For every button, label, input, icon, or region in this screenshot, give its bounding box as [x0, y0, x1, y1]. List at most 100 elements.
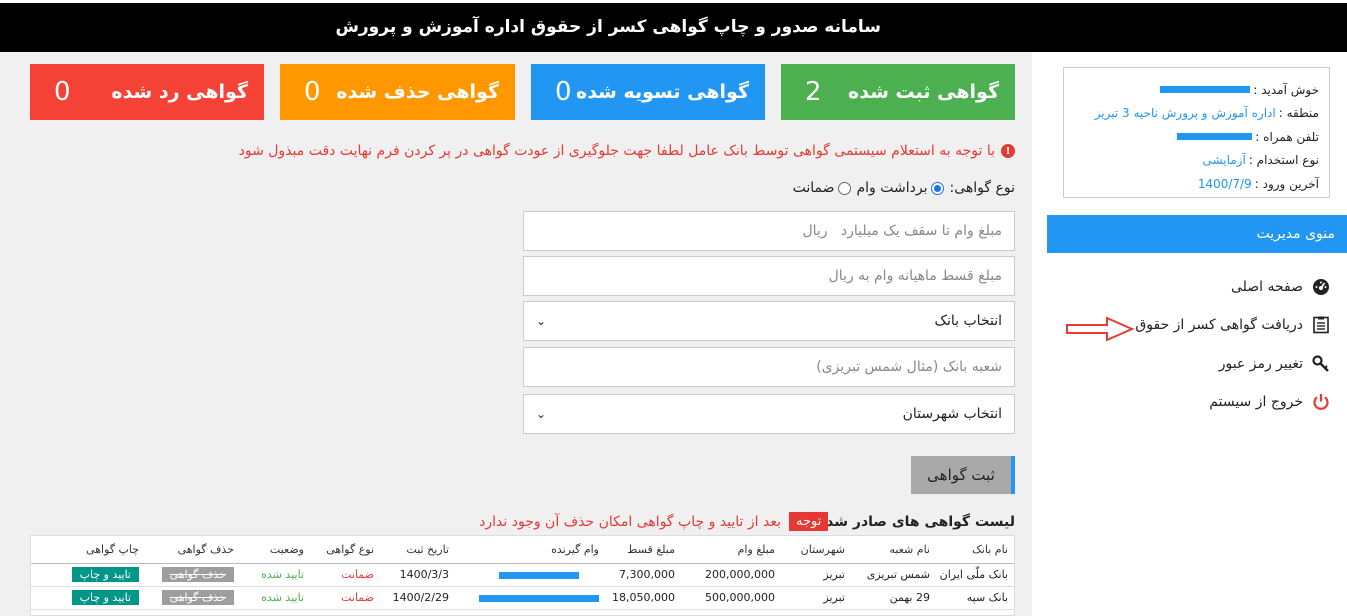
certificate-type-label: نوع گواهی:: [949, 180, 1016, 196]
cell-loan: 500,000,000: [681, 586, 781, 610]
certificate-type-row: نوع گواهی: برداشت وام ضمانت: [793, 180, 1015, 196]
user-last-login-row: آخرین ورود : 1400/7/9: [1064, 172, 1319, 196]
last-login-label: آخرین ورود :: [1254, 176, 1319, 191]
stat-value: 0: [555, 77, 572, 107]
exclamation-circle-icon: !: [1001, 144, 1015, 158]
phone-label: تلفن همراه :: [1255, 129, 1319, 144]
radio-loan-withdrawal[interactable]: برداشت وام: [857, 180, 944, 196]
installment-input[interactable]: [536, 268, 1002, 284]
column-header: حذف گواهی: [145, 536, 240, 564]
menu-item-label: صفحه اصلی: [1230, 279, 1303, 295]
stat-label: گواهی تسویه شده: [575, 81, 749, 103]
warning-text: با توجه به استعلام سیستمی گواهی توسط بان…: [238, 143, 995, 159]
cell-status: تایید شده: [240, 563, 310, 587]
cell-city: تبریز: [781, 586, 851, 610]
column-header: نوع گواهی: [310, 536, 380, 564]
list-document-icon: [1311, 315, 1331, 335]
stat-card-settled[interactable]: گواهی تسویه شده 0: [531, 64, 765, 120]
cell-installment: 7,300,000: [605, 563, 681, 587]
menu-item-change-password[interactable]: تغییر رمز عبور: [1219, 354, 1331, 374]
warning-message: ! با توجه به استعلام سیستمی گواهی توسط ب…: [239, 143, 1015, 159]
cell-bank: بانک سپه: [936, 586, 1014, 610]
key-icon: [1311, 354, 1331, 374]
redacted-phone: [1177, 133, 1253, 141]
cell-date: 1400/3/3: [380, 563, 455, 587]
stat-label: گواهی رد شده: [111, 81, 248, 103]
approve-print-button[interactable]: تایید و چاپ: [71, 590, 139, 605]
column-header: تاریخ ثبت: [380, 536, 455, 564]
user-employment-row: نوع استخدام : آزمایشی: [1064, 149, 1319, 173]
table-row: بانک ملّی ایران شمس تبریزی تبریز 200,000…: [31, 563, 1014, 587]
power-icon: [1311, 392, 1331, 412]
menu-item-get-certificate[interactable]: دریافت گواهی کسر از حقوق: [1135, 315, 1331, 335]
list-title: لیست گواهی های صادر شده: [817, 514, 1015, 530]
cell-type: ضمانت: [310, 586, 380, 610]
approve-print-button[interactable]: تایید و چاپ: [71, 567, 139, 582]
user-phone-row: تلفن همراه :: [1064, 125, 1319, 149]
employment-label: نوع استخدام :: [1248, 153, 1319, 168]
menu-item-label: تغییر رمز عبور: [1218, 356, 1303, 372]
cell-print: تایید و چاپ: [31, 563, 145, 587]
cell-loan: 200,000,000: [681, 563, 781, 587]
column-header: نام بانک: [936, 536, 1014, 564]
stat-label: گواهی حذف شده: [336, 81, 499, 103]
stat-card-registered[interactable]: گواهی ثبت شده 2: [781, 64, 1015, 120]
delete-certificate-button[interactable]: حذف گواهی: [161, 590, 234, 605]
menu-item-label: دریافت گواهی کسر از حقوق: [1135, 317, 1303, 333]
city-select[interactable]: انتخاب شهرستان ⌄: [523, 394, 1015, 434]
menu-item-label: خروج از سیستم: [1209, 394, 1303, 410]
chevron-down-icon: ⌄: [536, 314, 547, 328]
stat-value: 2: [805, 77, 822, 107]
region-value: اداره آموزش و پرورش ناحیه 3 تبریز: [1094, 106, 1276, 121]
branch-field[interactable]: [523, 347, 1015, 387]
note-badge: توجه: [789, 512, 829, 531]
table-row: بانک سپه 29 بهمن تبریز 500,000,000 18,05…: [31, 586, 1014, 610]
menu-item-logout[interactable]: خروج از سیستم: [1209, 392, 1331, 412]
cell-borrower: [455, 563, 605, 587]
radio-label: برداشت وام: [856, 180, 928, 196]
redacted-username: [1160, 86, 1251, 94]
cell-print: تایید و چاپ: [31, 586, 145, 610]
menu-item-home[interactable]: صفحه اصلی: [1231, 277, 1331, 297]
user-info-box: خوش آمدید : منطقه : اداره آموزش و پرورش …: [1063, 67, 1330, 198]
cell-city: تبریز: [781, 563, 851, 587]
stat-value: 0: [304, 77, 321, 107]
welcome-label: خوش آمدید :: [1253, 82, 1319, 97]
radio-button[interactable]: [837, 181, 851, 195]
loan-amount-field[interactable]: [523, 211, 1015, 251]
column-header: نام شعبه: [851, 536, 936, 564]
bank-select-value: انتخاب بانک: [934, 313, 1002, 329]
cell-branch: 29 بهمن: [851, 586, 936, 610]
stat-card-deleted[interactable]: گواهی حذف شده 0: [280, 64, 515, 120]
employment-value: آزمایشی: [1202, 153, 1246, 168]
stat-value: 0: [54, 77, 71, 107]
radio-guarantee[interactable]: ضمانت: [793, 180, 851, 196]
column-header: وضعیت: [240, 536, 310, 564]
user-region-row: منطقه : اداره آموزش و پرورش ناحیه 3 تبری…: [1064, 102, 1319, 126]
radio-button[interactable]: [930, 181, 944, 195]
stat-card-rejected[interactable]: گواهی رد شده 0: [30, 64, 264, 120]
redacted-name: [479, 594, 599, 602]
column-header: وام گیرنده: [455, 536, 605, 564]
user-welcome-row: خوش آمدید :: [1064, 78, 1319, 102]
delete-certificate-button[interactable]: حذف گواهی: [161, 567, 234, 582]
loan-amount-input[interactable]: [536, 223, 1002, 239]
top-bar: سامانه صدور و چاپ گواهی کسر از حقوق ادار…: [0, 0, 1347, 52]
bank-select[interactable]: انتخاب بانک ⌄: [523, 301, 1015, 341]
chevron-down-icon: ⌄: [536, 407, 547, 421]
column-header: شهرستان: [781, 536, 851, 564]
radio-label: ضمانت: [792, 180, 835, 196]
installment-field[interactable]: [523, 256, 1015, 296]
submit-certificate-button[interactable]: ثبت گواهی: [911, 456, 1015, 494]
stat-label: گواهی ثبت شده: [848, 81, 999, 103]
cell-delete: حذف گواهی: [145, 586, 240, 610]
certificates-table: نام بانک نام شعبه شهرستان مبلغ وام مبلغ …: [30, 535, 1015, 616]
admin-menu-header: منوی مدیریت: [1047, 215, 1347, 253]
branch-input[interactable]: [536, 359, 1002, 375]
column-header: چاپ گواهی: [31, 536, 145, 564]
table-header-row: نام بانک نام شعبه شهرستان مبلغ وام مبلغ …: [31, 536, 1014, 564]
note-text: بعد از تایید و چاپ گواهی امکان حذف آن وج…: [479, 514, 781, 530]
region-label: منطقه :: [1278, 106, 1319, 121]
arrow-right-icon: [1066, 316, 1135, 342]
cell-installment: 18,050,000: [605, 586, 681, 610]
